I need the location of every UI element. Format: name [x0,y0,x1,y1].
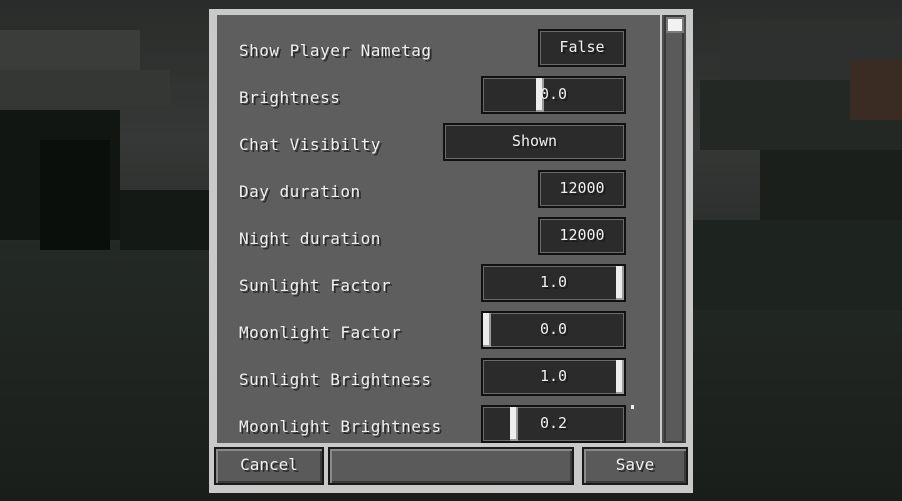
settings-dialog: Show Player Nametag False Brightness 0.0… [209,9,693,493]
save-button[interactable]: Save [582,447,688,485]
setting-label: Sunlight Factor [239,276,391,295]
setting-label: Sunlight Brightness [239,370,432,389]
show-player-nametag-toggle[interactable]: False [538,29,626,67]
slider-knob[interactable] [510,407,518,441]
setting-label: Brightness [239,88,341,107]
setting-label: Show Player Nametag [239,41,432,60]
hill-block [690,220,902,310]
button-value: Shown [511,132,558,150]
tree-leaves [120,190,210,250]
dialog-footer: Cancel Save [209,443,693,493]
slider-knob[interactable] [616,360,624,394]
day-duration-field[interactable]: 12000 [538,170,626,208]
mouse-cursor [631,405,634,409]
slider-value: 1.0 [539,367,568,385]
field-value: 12000 [559,226,605,244]
moonlight-brightness-slider[interactable]: 0.2 [481,405,626,443]
slider-knob[interactable] [483,313,491,347]
setting-row-brightness: Brightness 0.0 [217,76,661,116]
night-duration-field[interactable]: 12000 [538,217,626,255]
setting-label: Day duration [239,182,361,201]
setting-row-chat-visibility: Chat Visibilty Shown [217,123,661,163]
cancel-button[interactable]: Cancel [214,447,324,485]
scrollbar-thumb[interactable] [666,17,684,33]
setting-label: Moonlight Factor [239,323,402,342]
cloud-block [0,70,170,106]
setting-row-night-duration: Night duration 12000 [217,217,661,257]
setting-label: Moonlight Brightness [239,417,442,436]
field-value: 12000 [559,179,605,197]
toggle-value: False [559,38,605,56]
setting-label: Chat Visibilty [239,135,381,154]
hill-block [760,150,902,220]
sunlight-factor-slider[interactable]: 1.0 [481,264,626,302]
slider-value: 0.2 [539,414,568,432]
setting-row-moonlight-factor: Moonlight Factor 0.0 [217,311,661,351]
middle-button[interactable] [328,447,574,485]
moonlight-factor-slider[interactable]: 0.0 [481,311,626,349]
sunlight-brightness-slider[interactable]: 1.0 [481,358,626,396]
setting-row-show-player-nametag: Show Player Nametag False [217,29,661,69]
setting-row-sunlight-brightness: Sunlight Brightness 1.0 [217,358,661,398]
slider-value: 0.0 [539,85,568,103]
brightness-slider[interactable]: 0.0 [481,76,626,114]
cloud-block [0,30,140,70]
setting-label: Night duration [239,229,381,248]
scrollbar-track[interactable] [660,15,686,443]
chat-visibility-button[interactable]: Shown [443,123,626,161]
scrollbar-groove [664,15,684,443]
setting-row-day-duration: Day duration 12000 [217,170,661,210]
slider-value: 0.0 [539,320,568,338]
slider-value: 1.0 [539,273,568,291]
tree-trunk [40,140,110,250]
setting-row-moonlight-brightness: Moonlight Brightness 0.2 [217,405,661,443]
slider-knob[interactable] [616,266,624,300]
dirt-block [850,60,902,120]
settings-list: Show Player Nametag False Brightness 0.0… [217,15,661,443]
setting-row-sunlight-factor: Sunlight Factor 1.0 [217,264,661,304]
